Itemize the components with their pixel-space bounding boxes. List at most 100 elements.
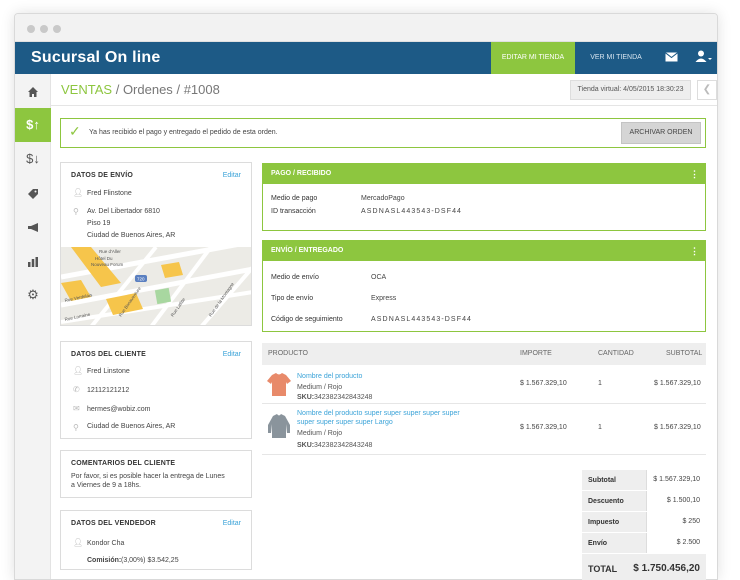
table-row: Nombre del producto super super super su… (262, 405, 706, 455)
window-chrome (15, 14, 717, 42)
products-table-header: PRODUCTO IMPORTE CANTIDAD SUBTOTAL (262, 343, 706, 365)
archive-order-button[interactable]: ARCHIVAR ORDEN (621, 122, 701, 144)
megaphone-icon[interactable] (15, 210, 51, 244)
shipping-cost-row: Envío $ 2.500 (582, 533, 706, 554)
home-icon[interactable] (15, 74, 51, 108)
col-product: PRODUCTO (268, 350, 308, 357)
shipment-title: ENVÍO / ENTREGADO (271, 247, 344, 254)
payment-method-value: MercadoPago (361, 195, 405, 202)
edit-shipping-link[interactable]: Editar (223, 172, 241, 179)
breadcrumb-sales[interactable]: VENTAS (61, 82, 112, 97)
shipping-title: DATOS DE ENVÍO (71, 172, 134, 179)
product-name-link[interactable]: Nombre del producto (297, 372, 477, 381)
product-qty: 1 (598, 380, 602, 387)
product-sku-label: SKU: (297, 442, 315, 449)
edit-customer-link[interactable]: Editar (223, 351, 241, 358)
tax-label: Impuesto (588, 519, 620, 526)
table-row: Nombre del producto Medium / Rojo SKU: 3… (262, 366, 706, 404)
user-icon: 👤︎ (73, 538, 84, 547)
product-qty: 1 (598, 424, 602, 431)
check-icon: ✓ (69, 123, 81, 139)
order-status-alert: ✓ Ya has recibido el pago y entregado el… (60, 118, 706, 148)
shipment-card: ENVÍO / ENTREGADO ⋮ Medio de envío OCA T… (262, 240, 706, 332)
product-sku: 342382342843248 (314, 394, 373, 401)
payment-method-label: Medio de pago (271, 195, 318, 202)
shipping-method-value: OCA (371, 274, 387, 281)
discount-value: $ 1.500,10 (646, 491, 706, 511)
shipping-type-value: Express (371, 295, 397, 302)
payment-card: PAGO / RECIBIDO ⋮ Medio de pago MercadoP… (262, 163, 706, 231)
breadcrumb-separator: / (176, 82, 181, 97)
comments-text: Por favor, si es posible hacer la entreg… (71, 473, 225, 480)
customer-card: DATOS DEL CLIENTE Editar 👤︎ Fred Linston… (60, 341, 252, 439)
gear-icon[interactable]: ⚙ (15, 278, 51, 312)
shipping-address: Av. Del Libertador 6810 (87, 208, 160, 215)
stats-icon[interactable] (15, 244, 51, 278)
brand-logo[interactable]: Sucursal On line (31, 49, 160, 67)
product-amount: $ 1.567.329,10 (520, 380, 567, 387)
total-value: $ 1.750.456,20 (633, 563, 700, 574)
user-icon: 👤︎ (73, 188, 84, 197)
seller-card: DATOS DEL VENDEDOR Editar 👤︎ Kondor Cha … (60, 510, 252, 570)
customer-title: DATOS DEL CLIENTE (71, 351, 146, 358)
comments-title: COMENTARIOS DEL CLIENTE (71, 460, 176, 467)
order-totals: Subtotal $ 1.567.329,10 Descuento $ 1.50… (582, 470, 706, 580)
sidebar: $↑ $↓ ⚙ (15, 74, 51, 579)
more-options-icon[interactable]: ⋮ (690, 164, 699, 184)
shipping-method-label: Medio de envío (271, 274, 319, 281)
product-thumbnail[interactable] (266, 413, 292, 439)
customer-city: Ciudad de Buenos Aires, AR (87, 423, 176, 430)
total-label: TOTAL (588, 564, 618, 574)
product-name-link[interactable]: Nombre del producto super super super su… (297, 409, 477, 427)
breadcrumb-orders[interactable]: Ordenes (123, 82, 173, 97)
discount-row: Descuento $ 1.500,10 (582, 491, 706, 512)
col-qty: CANTIDAD (598, 350, 634, 357)
seller-commission-label: Comisión: (87, 557, 122, 564)
prev-order-button[interactable]: ❮ (697, 80, 717, 100)
shipping-card: DATOS DE ENVÍO Editar 👤︎ Fred Flinstone … (60, 162, 252, 326)
shipment-header: ENVÍO / ENTREGADO ⋮ (263, 241, 705, 261)
view-store-link[interactable]: VER MI TIENDA (581, 42, 651, 74)
seller-commission-value: (3,00%) $3.542,25 (121, 557, 179, 564)
more-options-icon[interactable]: ⋮ (690, 241, 699, 261)
user-menu-icon[interactable] (695, 50, 713, 65)
subtotal-label: Subtotal (588, 477, 616, 484)
mail-icon[interactable] (665, 50, 678, 65)
shipping-name: Fred Flinstone (87, 190, 132, 197)
map-graphic: Rue d'Aller Hôtel Du Nouveau Forum Rue V… (61, 247, 251, 325)
location-icon: ⚲ (73, 207, 79, 216)
comments-text: a Viernes de 9 a 18hs. (71, 482, 141, 489)
product-variant: Medium / Rojo (297, 384, 343, 391)
shipping-cost-label: Envío (588, 540, 608, 547)
window-dot (40, 25, 48, 33)
tag-icon[interactable] (15, 176, 51, 210)
map-label: Rue d'Aller (99, 249, 121, 254)
shipping-city: Ciudad de Buenos Aires, AR (87, 232, 176, 239)
product-variant: Medium / Rojo (297, 430, 343, 437)
product-subtotal: $ 1.567.329,10 (654, 380, 701, 387)
breadcrumb: VENTAS / Ordenes / #1008 (61, 82, 220, 97)
customer-phone: 12112121212 (87, 387, 130, 394)
shipping-type-label: Tipo de envío (271, 295, 314, 302)
alert-message: Ya has recibido el pago y entregado el p… (89, 129, 278, 136)
sales-icon[interactable]: $↑ (15, 108, 51, 142)
expenses-icon[interactable]: $↓ (15, 142, 51, 176)
product-thumbnail[interactable] (266, 371, 292, 397)
map-label: Nouveau Forum (91, 262, 124, 267)
store-time-badge: Tienda virtual: 4/05/2015 18:30:23 (570, 80, 691, 100)
comments-card: COMENTARIOS DEL CLIENTE Por favor, si es… (60, 450, 252, 498)
edit-seller-link[interactable]: Editar (223, 520, 241, 527)
window-dot (53, 25, 61, 33)
col-subtotal: SUBTOTAL (666, 350, 703, 357)
customer-email[interactable]: hermes@wobiz.com (87, 406, 151, 413)
location-icon: ⚲ (73, 423, 79, 432)
product-amount: $ 1.567.329,10 (520, 424, 567, 431)
payment-header: PAGO / RECIBIDO ⋮ (263, 164, 705, 184)
map-label: 720 (137, 277, 145, 282)
user-icon: 👤︎ (73, 366, 84, 375)
tax-row: Impuesto $ 250 (582, 512, 706, 533)
shipping-map[interactable]: Rue d'Aller Hôtel Du Nouveau Forum Rue V… (61, 247, 251, 325)
breadcrumb-bar: VENTAS / Ordenes / #1008 Tienda virtual:… (51, 74, 717, 106)
edit-store-button[interactable]: EDITAR MI TIENDA (491, 42, 575, 74)
product-subtotal: $ 1.567.329,10 (654, 424, 701, 431)
